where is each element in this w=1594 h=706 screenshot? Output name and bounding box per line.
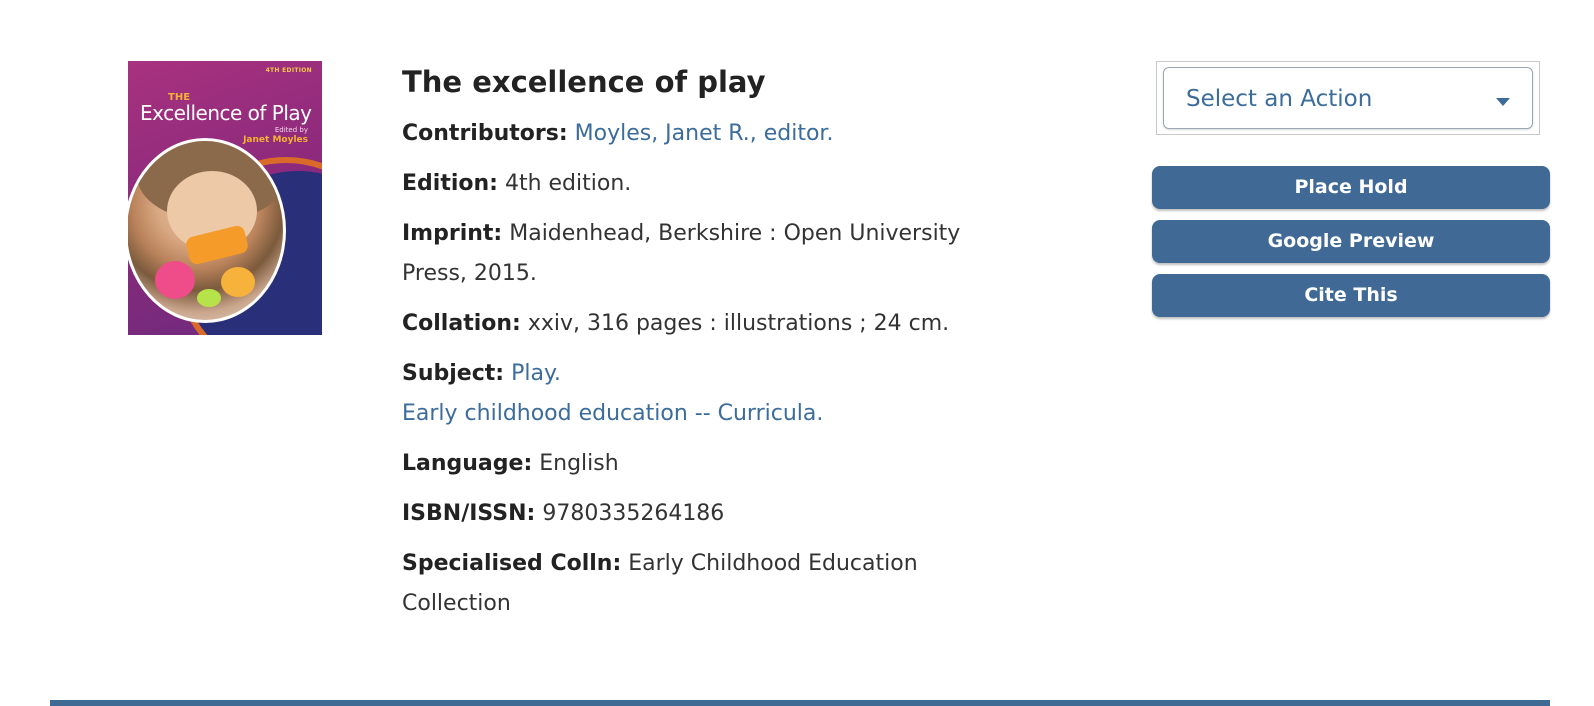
contributors-row: Contributors: Moyles, Janet R., editor. (402, 114, 992, 154)
book-cover-image[interactable]: 4TH EDITION THE Excellence of Play Edite… (128, 61, 322, 335)
imprint-row: Imprint: Maidenhead, Berkshire : Open Un… (402, 214, 992, 294)
specialised-collection-label: Specialised Colln: (402, 551, 622, 576)
language-value: English (539, 451, 619, 476)
cover-photo (128, 138, 286, 323)
edition-value: 4th edition. (504, 171, 632, 196)
edition-label: Edition: (402, 171, 498, 196)
record-title: The excellence of play (402, 65, 766, 99)
cover-toy-shape (155, 261, 195, 299)
imprint-label: Imprint: (402, 221, 503, 246)
isbn-row: ISBN/ISSN: 9780335264186 (402, 494, 992, 534)
cover-toy-shape (221, 267, 255, 297)
collation-row: Collation: xxiv, 316 pages : illustratio… (402, 304, 992, 344)
cover-edition-tag: 4TH EDITION (265, 67, 312, 74)
action-select-value: Select an Action (1186, 86, 1373, 112)
subject-row: Subject: Play. Early childhood education… (402, 354, 992, 434)
cover-title: Excellence of Play (140, 101, 312, 125)
subject-label: Subject: (402, 361, 505, 386)
language-row: Language: English (402, 444, 992, 484)
cover-edited-by: Edited by (274, 126, 308, 134)
edition-row: Edition: 4th edition. (402, 164, 992, 204)
action-select-wrapper: Select an Action (1156, 61, 1540, 135)
cite-this-button[interactable]: Cite This (1152, 274, 1550, 317)
isbn-value: 9780335264186 (542, 501, 725, 526)
collation-label: Collation: (402, 311, 521, 336)
record-details: The excellence of play Contributors: Moy… (402, 60, 992, 624)
section-divider-bar (50, 700, 1550, 706)
contributor-link[interactable]: Moyles, Janet R., editor. (575, 121, 834, 146)
place-hold-button[interactable]: Place Hold (1152, 166, 1550, 209)
contributors-label: Contributors: (402, 121, 568, 146)
action-select[interactable]: Select an Action (1163, 67, 1533, 129)
subject-link-play[interactable]: Play. (511, 361, 561, 386)
collation-value: xxiv, 316 pages : illustrations ; 24 cm. (527, 311, 950, 336)
google-preview-button[interactable]: Google Preview (1152, 220, 1550, 263)
language-label: Language: (402, 451, 533, 476)
specialised-collection-row: Specialised Colln: Early Childhood Educa… (402, 544, 992, 624)
isbn-label: ISBN/ISSN: (402, 501, 536, 526)
cover-editor: Janet Moyles (243, 135, 308, 145)
chevron-down-icon (1496, 98, 1510, 106)
subject-link-early-childhood[interactable]: Early childhood education -- Curricula. (402, 401, 823, 426)
cover-toy-shape (197, 289, 221, 307)
